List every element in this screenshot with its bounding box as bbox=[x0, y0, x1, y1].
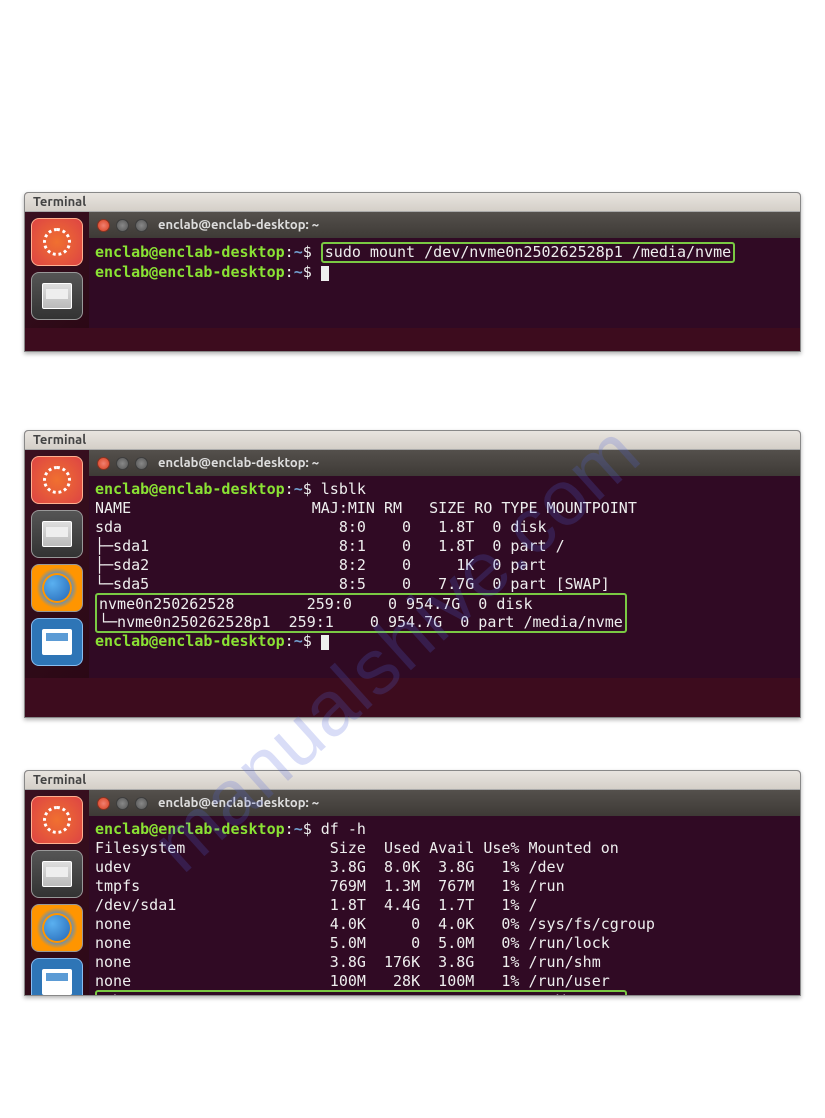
prompt-colon: : bbox=[285, 243, 294, 261]
command-text: lsblk bbox=[321, 480, 366, 498]
terminal-window-df: Terminal enclab@enclab-desktop: ~ enclab… bbox=[24, 770, 801, 996]
terminal-title: enclab@enclab-desktop: ~ bbox=[158, 218, 319, 232]
command-text: df -h bbox=[321, 820, 366, 838]
document-icon bbox=[42, 969, 72, 995]
table-row: └─nvme0n250262528p1 259:1 0 954.7G 0 par… bbox=[99, 613, 623, 631]
files-icon[interactable] bbox=[31, 510, 83, 558]
prompt-dollar: $ bbox=[303, 820, 312, 838]
prompt-path: ~ bbox=[294, 632, 303, 650]
prompt-path: ~ bbox=[294, 820, 303, 838]
prompt-dollar: $ bbox=[303, 263, 312, 281]
df-header: Filesystem Size Used Avail Use% Mounted … bbox=[95, 839, 619, 857]
table-row: tmpfs 769M 1.3M 767M 1% /run bbox=[95, 877, 565, 895]
table-row: udev 3.8G 8.0K 3.8G 1% /dev bbox=[95, 858, 565, 876]
firefox-logo-icon bbox=[42, 573, 72, 603]
ubuntu-logo-icon bbox=[43, 466, 71, 494]
table-row: ├─sda1 8:1 0 1.8T 0 part / bbox=[95, 537, 565, 555]
prompt-user: enclab@enclab-desktop bbox=[95, 480, 285, 498]
terminal-window-lsblk: Terminal enclab@enclab-desktop: ~ enclab… bbox=[24, 430, 801, 718]
prompt-colon: : bbox=[285, 820, 294, 838]
prompt-user: enclab@enclab-desktop bbox=[95, 243, 285, 261]
prompt-user: enclab@enclab-desktop bbox=[95, 263, 285, 281]
maximize-icon[interactable] bbox=[135, 797, 148, 810]
close-icon[interactable] bbox=[97, 219, 110, 232]
ubuntu-logo-icon bbox=[43, 806, 71, 834]
terminal-titlebar: enclab@enclab-desktop: ~ bbox=[89, 790, 800, 816]
files-icon[interactable] bbox=[31, 850, 83, 898]
files-icon[interactable] bbox=[31, 272, 83, 320]
table-row: none 100M 28K 100M 1% /run/user bbox=[95, 972, 610, 990]
close-icon[interactable] bbox=[97, 457, 110, 470]
maximize-icon[interactable] bbox=[135, 457, 148, 470]
prompt-colon: : bbox=[285, 480, 294, 498]
writer-icon[interactable] bbox=[31, 958, 83, 996]
writer-icon[interactable] bbox=[31, 618, 83, 666]
drawer-icon bbox=[42, 861, 72, 887]
window-label: Terminal bbox=[25, 193, 800, 212]
firefox-icon[interactable] bbox=[31, 904, 83, 952]
close-icon[interactable] bbox=[97, 797, 110, 810]
dash-icon[interactable] bbox=[31, 796, 83, 844]
table-row: ├─sda2 8:2 0 1K 0 part bbox=[95, 556, 556, 574]
window-label: Terminal bbox=[25, 431, 800, 450]
highlighted-row: /dev/nvme0n250262528p1 940G 72M 892G 1% … bbox=[95, 990, 627, 996]
prompt-path: ~ bbox=[294, 480, 303, 498]
table-row: sda 8:0 0 1.8T 0 disk bbox=[95, 518, 556, 536]
highlighted-row: nvme0n250262528 259:0 0 954.7G 0 disk └─… bbox=[95, 593, 627, 633]
prompt-colon: : bbox=[285, 632, 294, 650]
terminal-window-mount: Terminal enclab@enclab-desktop: ~ enclab… bbox=[24, 192, 801, 352]
window-label: Terminal bbox=[25, 771, 800, 790]
prompt-dollar: $ bbox=[303, 480, 312, 498]
firefox-icon[interactable] bbox=[31, 564, 83, 612]
table-row: └─sda5 8:5 0 7.7G 0 part [SWAP] bbox=[95, 575, 610, 593]
highlighted-command: sudo mount /dev/nvme0n250262528p1 /media… bbox=[321, 242, 735, 263]
drawer-icon bbox=[42, 283, 72, 309]
unity-launcher bbox=[25, 450, 89, 678]
prompt-user: enclab@enclab-desktop bbox=[95, 632, 285, 650]
terminal-output[interactable]: enclab@enclab-desktop:~$ lsblk NAME MAJ:… bbox=[89, 476, 800, 678]
prompt-dollar: $ bbox=[303, 632, 312, 650]
dash-icon[interactable] bbox=[31, 456, 83, 504]
cursor bbox=[321, 266, 329, 281]
cursor bbox=[321, 635, 329, 650]
ubuntu-logo-icon bbox=[43, 228, 71, 256]
terminal-title: enclab@enclab-desktop: ~ bbox=[158, 796, 319, 810]
drawer-icon bbox=[42, 521, 72, 547]
prompt-user: enclab@enclab-desktop bbox=[95, 820, 285, 838]
terminal-titlebar: enclab@enclab-desktop: ~ bbox=[89, 212, 800, 238]
terminal-title: enclab@enclab-desktop: ~ bbox=[158, 456, 319, 470]
terminal-output[interactable]: enclab@enclab-desktop:~$ df -h Filesyste… bbox=[89, 816, 800, 996]
table-row: nvme0n250262528 259:0 0 954.7G 0 disk bbox=[99, 595, 542, 613]
table-row: none 4.0K 0 4.0K 0% /sys/fs/cgroup bbox=[95, 915, 655, 933]
table-row: none 3.8G 176K 3.8G 1% /run/shm bbox=[95, 953, 601, 971]
maximize-icon[interactable] bbox=[135, 219, 148, 232]
minimize-icon[interactable] bbox=[116, 457, 129, 470]
terminal-output[interactable]: enclab@enclab-desktop:~$ sudo mount /dev… bbox=[89, 238, 800, 328]
unity-launcher bbox=[25, 212, 89, 328]
lsblk-header: NAME MAJ:MIN RM SIZE RO TYPE MOUNTPOINT bbox=[95, 499, 637, 517]
document-icon bbox=[42, 629, 72, 655]
terminal-titlebar: enclab@enclab-desktop: ~ bbox=[89, 450, 800, 476]
table-row: none 5.0M 0 5.0M 0% /run/lock bbox=[95, 934, 610, 952]
unity-launcher bbox=[25, 790, 89, 996]
prompt-path: ~ bbox=[294, 263, 303, 281]
prompt-colon: : bbox=[285, 263, 294, 281]
dash-icon[interactable] bbox=[31, 218, 83, 266]
minimize-icon[interactable] bbox=[116, 797, 129, 810]
table-row: /dev/sda1 1.8T 4.4G 1.7T 1% / bbox=[95, 896, 538, 914]
prompt-path: ~ bbox=[294, 243, 303, 261]
firefox-logo-icon bbox=[42, 913, 72, 943]
prompt-dollar: $ bbox=[303, 243, 312, 261]
minimize-icon[interactable] bbox=[116, 219, 129, 232]
